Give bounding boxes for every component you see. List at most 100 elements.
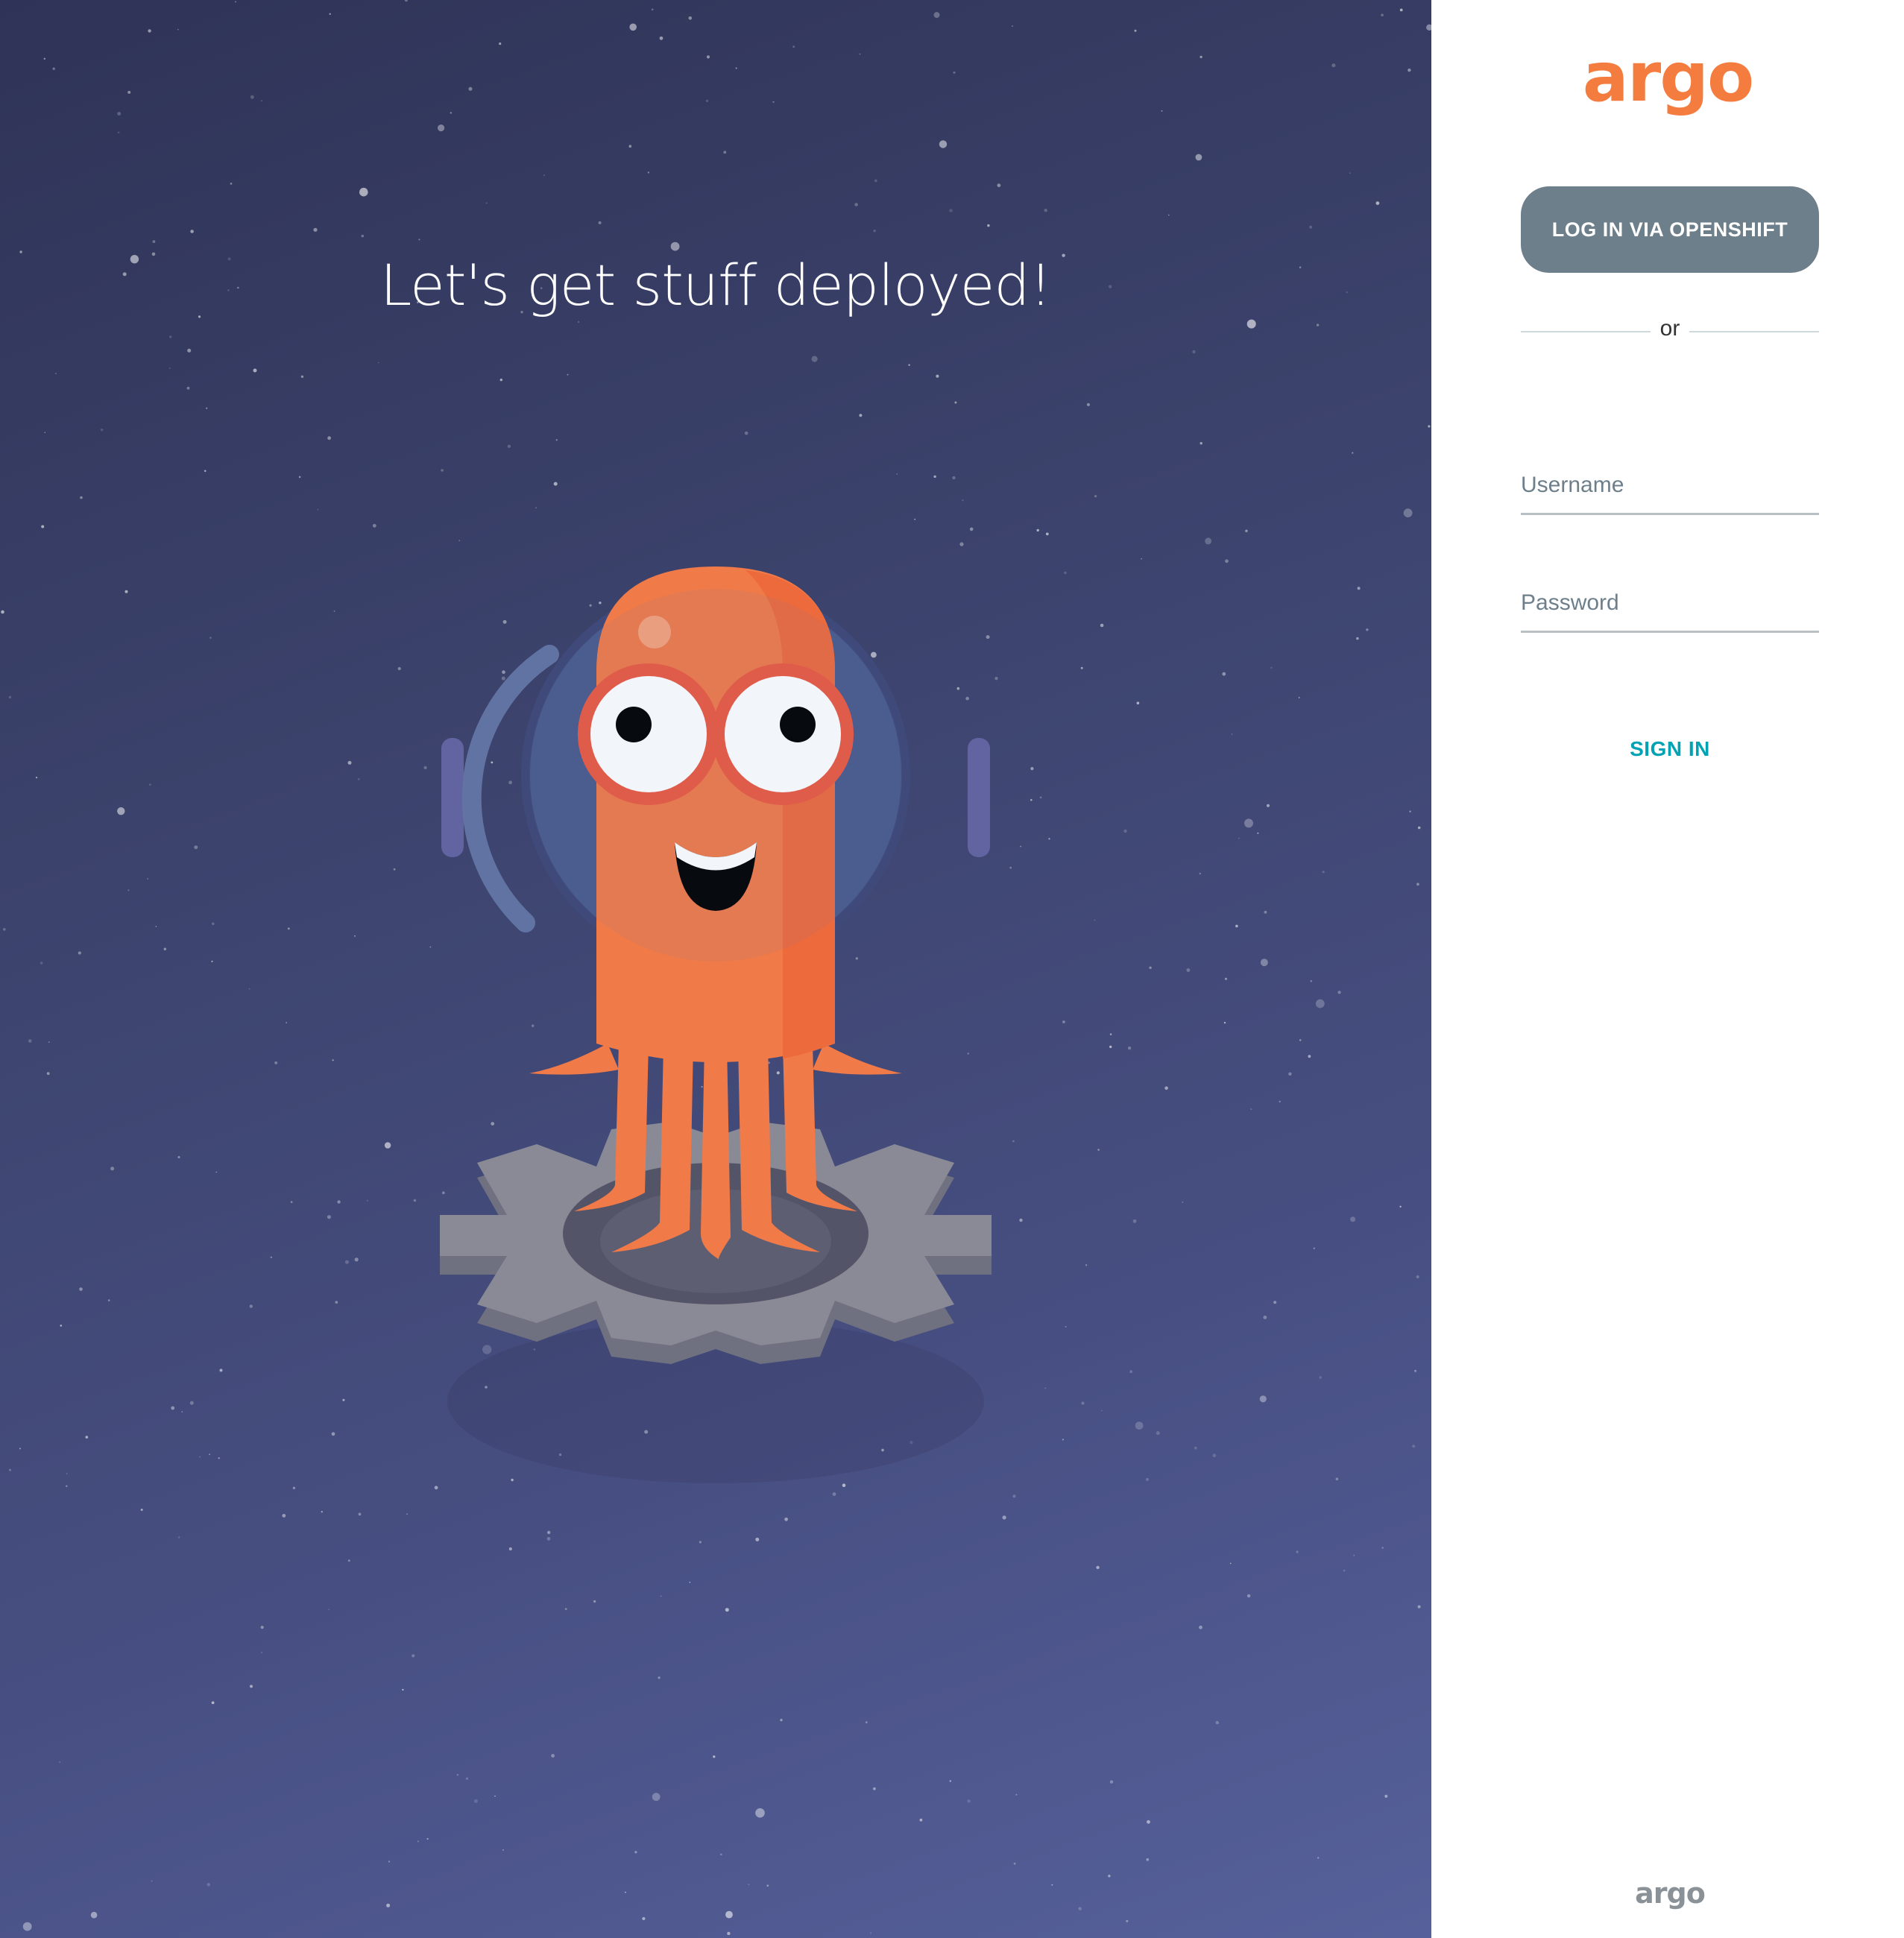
star (1353, 1554, 1355, 1556)
star (171, 1406, 175, 1410)
password-field[interactable] (1521, 580, 1819, 633)
star (1136, 701, 1140, 704)
star (1123, 829, 1127, 833)
star (327, 1215, 331, 1219)
star (936, 374, 939, 378)
star (386, 1903, 391, 1907)
star (286, 1022, 288, 1023)
star (1146, 1477, 1149, 1481)
star (1096, 1565, 1100, 1570)
star (1244, 818, 1253, 828)
star (939, 140, 948, 148)
star (1316, 323, 1320, 326)
star (361, 234, 365, 238)
star (555, 439, 558, 441)
username-field[interactable] (1521, 462, 1819, 515)
star (1317, 1857, 1320, 1859)
star (332, 1059, 334, 1061)
star (725, 1608, 729, 1612)
star (1222, 672, 1226, 676)
star (723, 151, 727, 154)
star (384, 1142, 391, 1149)
star (792, 45, 795, 48)
star (1094, 495, 1097, 498)
star (598, 221, 602, 224)
star (66, 1485, 68, 1488)
star (1048, 838, 1050, 840)
star (438, 124, 445, 132)
sign-in-button[interactable]: SIGN IN (1521, 723, 1819, 775)
star (342, 1398, 345, 1401)
divider-line-right (1689, 331, 1819, 332)
star (1097, 1149, 1100, 1151)
star (354, 935, 356, 937)
star (1109, 1780, 1114, 1784)
star (1205, 537, 1212, 545)
star (207, 1883, 211, 1887)
star (413, 1199, 417, 1202)
star (720, 1853, 722, 1856)
star (659, 36, 663, 40)
star (1141, 558, 1142, 560)
star (230, 183, 233, 185)
star (148, 783, 151, 786)
star (1182, 1202, 1184, 1203)
star (502, 1849, 504, 1851)
star (78, 951, 81, 955)
star (1149, 966, 1152, 970)
star (402, 1688, 404, 1691)
star (1062, 1439, 1064, 1441)
star (101, 429, 104, 432)
star (28, 1039, 32, 1043)
star (1199, 1625, 1202, 1629)
star (253, 368, 257, 373)
star (1199, 872, 1202, 875)
star (155, 926, 157, 927)
star (347, 760, 352, 765)
star (705, 99, 709, 102)
login-via-openshift-button[interactable]: LOG IN VIA OPENSHIFT (1521, 186, 1819, 273)
star (766, 1884, 769, 1887)
star (19, 1448, 21, 1450)
star (1200, 55, 1202, 59)
star (404, 0, 408, 2)
star (329, 13, 331, 15)
star (1225, 559, 1229, 564)
star (954, 401, 957, 404)
star (90, 1911, 98, 1919)
star (1128, 1047, 1132, 1050)
star (1416, 1275, 1419, 1278)
star (962, 499, 964, 502)
star (1343, 1569, 1346, 1572)
star (52, 67, 55, 70)
star (456, 1773, 459, 1776)
star (919, 1818, 923, 1822)
star (209, 637, 212, 639)
or-divider: or (1521, 313, 1819, 350)
star (287, 927, 290, 930)
star (1235, 924, 1238, 928)
star (564, 1608, 567, 1611)
star (357, 777, 360, 780)
star (625, 1891, 626, 1893)
star (727, 1931, 731, 1936)
star (417, 1840, 419, 1843)
star (333, 610, 335, 612)
star (628, 145, 632, 148)
star (1399, 8, 1403, 12)
star (494, 1795, 496, 1797)
star (1100, 1410, 1103, 1412)
star (952, 476, 956, 480)
star (1263, 1316, 1267, 1319)
star (441, 469, 444, 472)
login-page: Let's get stuff deployed! argo LOG IN VI… (0, 0, 1904, 1938)
star (1161, 110, 1163, 112)
star (1030, 767, 1034, 771)
star (43, 57, 45, 60)
star (163, 947, 166, 950)
star (688, 16, 693, 20)
star (186, 386, 190, 390)
star (194, 845, 198, 850)
star (1288, 1072, 1292, 1076)
star (1350, 1216, 1356, 1222)
